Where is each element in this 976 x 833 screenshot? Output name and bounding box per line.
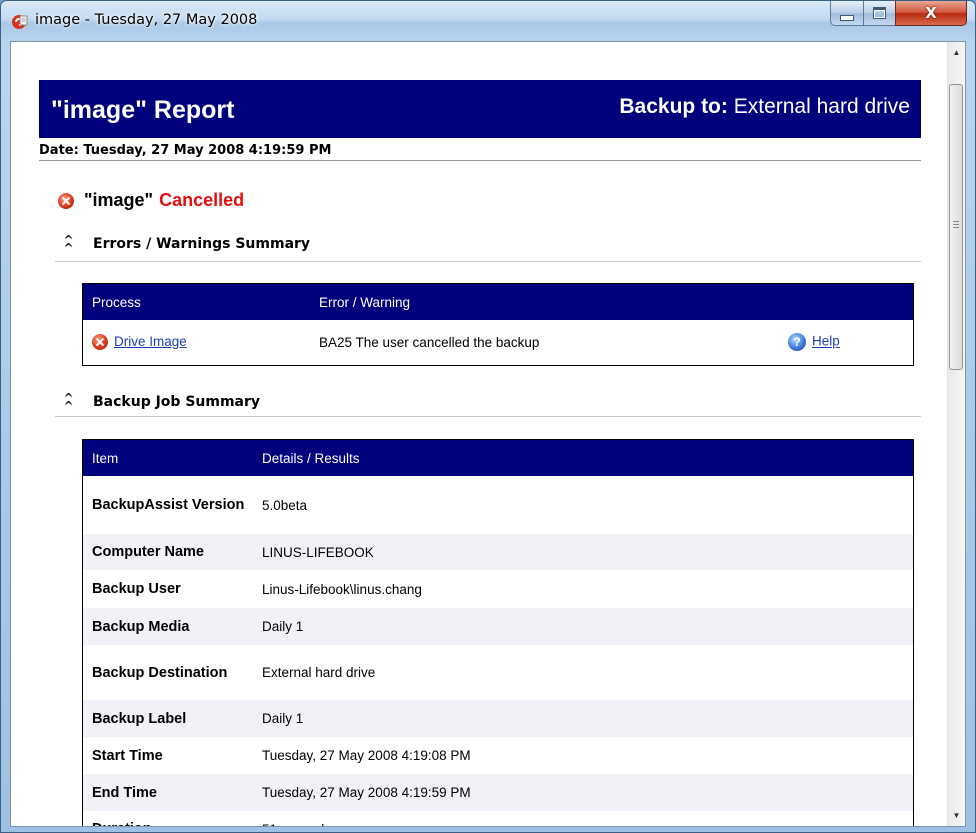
minimize-icon xyxy=(840,14,854,21)
table-row: Drive Image BA25 The user cancelled the … xyxy=(83,320,914,365)
divider xyxy=(55,416,921,417)
table-row: Backup Media Daily 1 xyxy=(82,608,914,645)
error-message: BA25 The user cancelled the backup xyxy=(319,334,540,350)
item-value: External hard drive xyxy=(262,665,376,680)
report-title: "image" Report xyxy=(51,96,235,124)
item-value: 5.0beta xyxy=(262,497,308,513)
backup-to-value: External hard drive xyxy=(733,95,910,118)
error-x-icon xyxy=(92,334,108,351)
close-button[interactable]: X xyxy=(895,1,967,26)
scroll-down-arrow-icon[interactable]: ▼ xyxy=(948,807,965,824)
close-icon: X xyxy=(925,4,937,22)
error-x-icon xyxy=(58,192,74,209)
table-row: Start Time Tuesday, 27 May 2008 4:19:08 … xyxy=(83,737,914,774)
table-row: Backup User Linus-Lifebook\linus.chang xyxy=(83,570,914,608)
table-row: End Time Tuesday, 27 May 2008 4:19:59 PM xyxy=(82,774,914,811)
collapse-chevrons-icon[interactable]: ^ ^ xyxy=(59,234,78,254)
process-link[interactable]: Drive Image xyxy=(114,334,187,349)
scrollbar-thumb[interactable] xyxy=(949,84,963,370)
table-row: Computer Name LINUS-LIFEBOOK xyxy=(82,534,914,570)
item-value: LINUS-LIFEBOOK xyxy=(253,534,914,570)
job-section-title: Backup Job Summary xyxy=(93,393,261,410)
table-row: BackupAssist Version 5.0beta xyxy=(83,476,914,534)
errors-section-header[interactable]: ^ ^ Errors / Warnings Summary xyxy=(59,234,311,254)
table-row: Backup Label Daily 1 xyxy=(82,700,914,737)
table-row: Duration 51 seconds xyxy=(83,811,914,826)
collapse-chevrons-icon[interactable]: ^ ^ xyxy=(59,392,78,412)
backup-destination-header: Backup to: External hard drive xyxy=(619,95,910,119)
maximize-button[interactable] xyxy=(863,1,896,26)
item-value: Tuesday, 27 May 2008 4:19:08 PM xyxy=(262,748,471,763)
errors-table: Process Error / Warning Drive Image BA25… xyxy=(82,283,914,366)
backup-to-label: Backup to: xyxy=(619,95,728,118)
item-value: 51 seconds xyxy=(253,811,914,826)
item-label: Start Time xyxy=(92,747,163,764)
report-date: Date: Tuesday, 27 May 2008 4:19:59 PM xyxy=(39,143,332,158)
column-header: Process xyxy=(82,283,310,320)
status-cancelled: Cancelled xyxy=(159,190,245,210)
job-status: "image" Cancelled xyxy=(58,190,244,211)
divider xyxy=(55,261,921,262)
item-label: Computer Name xyxy=(82,534,253,570)
column-header: Error / Warning xyxy=(310,283,914,320)
item-value: Daily 1 xyxy=(253,700,914,737)
item-value: Linus-Lifebook\linus.chang xyxy=(262,581,422,597)
column-header: Details / Results xyxy=(253,439,914,476)
report-view[interactable]: "image" Report Backup to: External hard … xyxy=(10,41,966,827)
item-label: Duration xyxy=(83,811,254,826)
job-name: "image" xyxy=(84,190,154,210)
divider xyxy=(39,160,921,161)
item-label: Backup User xyxy=(92,581,181,597)
item-label: Backup Label xyxy=(82,700,253,737)
grip-icon xyxy=(953,221,959,228)
item-value: Tuesday, 27 May 2008 4:19:59 PM xyxy=(253,774,914,811)
maximize-icon xyxy=(873,7,886,19)
backupassist-icon xyxy=(12,15,28,29)
item-label: End Time xyxy=(82,774,253,811)
table-row: Backup Destination External hard drive xyxy=(83,645,914,700)
item-label: BackupAssist Version xyxy=(92,497,245,513)
help-link[interactable]: Help xyxy=(812,334,840,349)
item-label: Backup Media xyxy=(82,608,253,645)
title-bar[interactable]: image - Tuesday, 27 May 2008 X xyxy=(1,1,975,41)
vertical-scrollbar[interactable]: ▲ ▼ xyxy=(947,42,965,826)
help-question-icon[interactable]: ? xyxy=(788,333,806,352)
column-header: Item xyxy=(82,439,253,476)
job-section-header[interactable]: ^ ^ Backup Job Summary xyxy=(59,392,261,412)
scroll-up-arrow-icon[interactable]: ▲ xyxy=(948,44,965,61)
errors-section-title: Errors / Warnings Summary xyxy=(93,235,311,252)
window-title: image - Tuesday, 27 May 2008 xyxy=(35,12,258,28)
job-summary-table: Item Details / Results BackupAssist Vers… xyxy=(82,439,914,826)
item-value: Daily 1 xyxy=(253,608,914,645)
item-label: Backup Destination xyxy=(92,664,228,681)
minimize-button[interactable] xyxy=(830,1,864,26)
report-window: image - Tuesday, 27 May 2008 X "image" R… xyxy=(0,0,976,833)
report-header: "image" Report Backup to: External hard … xyxy=(39,80,921,138)
